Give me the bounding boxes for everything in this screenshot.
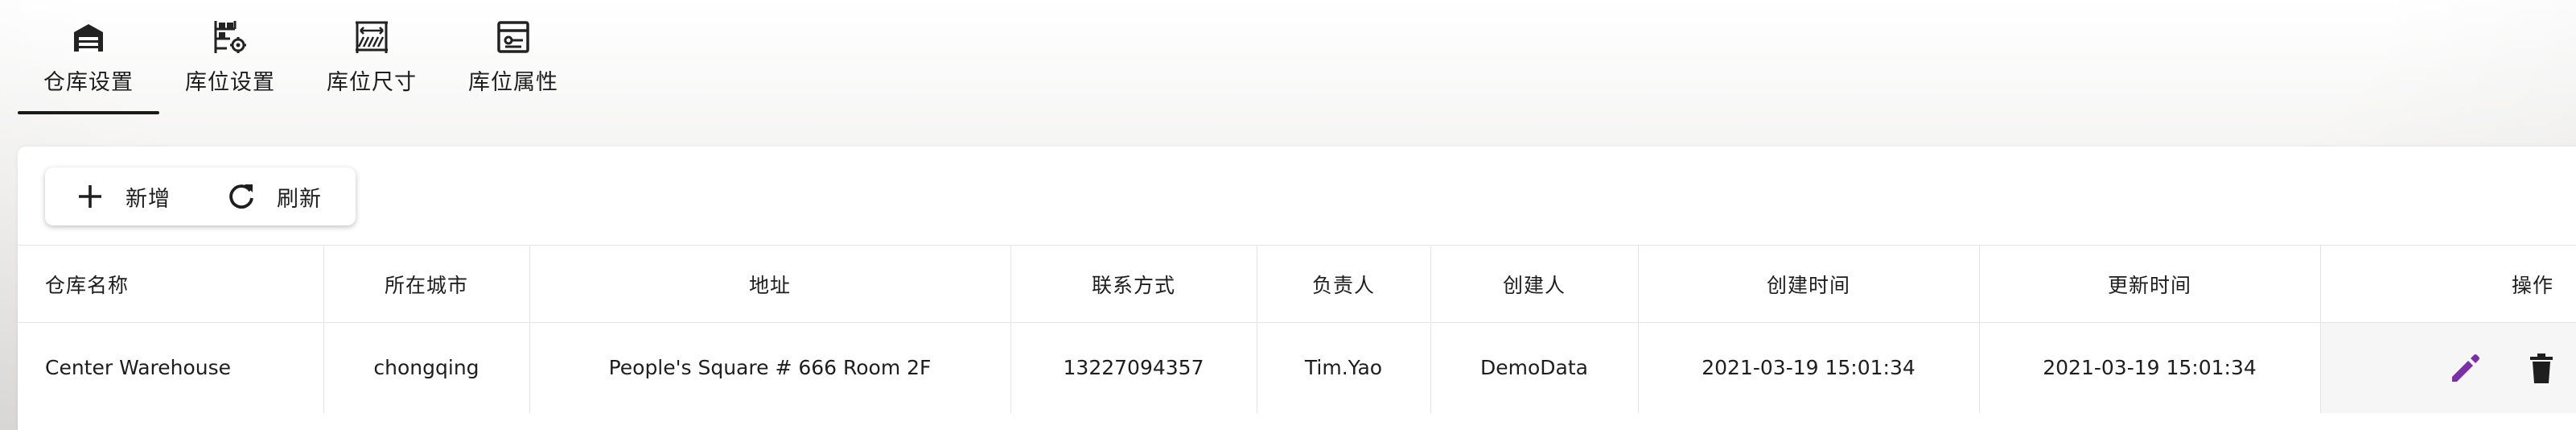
tab-location-size[interactable]: 库位尺寸	[301, 0, 442, 116]
cell-manager: Tim.Yao	[1257, 322, 1431, 413]
column-header-contact[interactable]: 联系方式	[1010, 245, 1257, 323]
table-row[interactable]: Center Warehouse chongqing People's Squa…	[18, 322, 2576, 413]
plus-icon	[79, 185, 101, 208]
tab-location-settings[interactable]: 库位设置	[159, 0, 301, 116]
column-header-updated-time[interactable]: 更新时间	[1979, 245, 2321, 323]
cell-creator: DemoData	[1430, 322, 1639, 413]
tab-location-property[interactable]: 库位属性	[442, 0, 584, 116]
column-header-creator[interactable]: 创建人	[1430, 245, 1639, 323]
column-header-actions: 操作	[2320, 245, 2576, 323]
cell-name: Center Warehouse	[18, 322, 324, 413]
tab-label: 库位属性	[468, 70, 558, 95]
column-header-city[interactable]: 所在城市	[323, 245, 530, 323]
cell-contact: 13227094357	[1010, 322, 1257, 413]
cell-updated-time: 2021-03-19 15:01:34	[1979, 322, 2321, 413]
warehouse-icon	[74, 24, 103, 52]
table-header-row: 仓库名称 所在城市 地址 联系方式 负责人 创建人 创建时间 更新时间 操作	[18, 245, 2576, 323]
tab-label: 库位尺寸	[327, 70, 417, 95]
refresh-button-label: 刷新	[277, 186, 322, 212]
cell-actions	[2320, 322, 2576, 413]
column-header-manager[interactable]: 负责人	[1257, 245, 1431, 323]
location-size-icon	[356, 21, 388, 53]
column-header-address[interactable]: 地址	[529, 245, 1011, 323]
location-property-icon	[497, 21, 529, 53]
warehouse-table: 仓库名称 所在城市 地址 联系方式 负责人 创建人 创建时间 更新时间 操作 C…	[18, 245, 2576, 413]
add-button[interactable]: 新增	[45, 167, 225, 225]
cell-city: chongqing	[323, 322, 530, 413]
edit-icon[interactable]	[2447, 349, 2484, 387]
row-actions	[2321, 349, 2576, 387]
cell-address: People's Square # 666 Room 2F	[529, 322, 1011, 413]
column-header-created-time[interactable]: 创建时间	[1638, 245, 1980, 323]
tab-warehouse-settings[interactable]: 仓库设置	[18, 0, 159, 116]
tab-bar: 仓库设置 库位设置 库位尺寸 库位属性	[18, 0, 584, 116]
tab-label: 库位设置	[185, 70, 275, 95]
column-header-name[interactable]: 仓库名称	[18, 245, 324, 323]
delete-icon[interactable]	[2523, 349, 2560, 387]
content-card: 新增 刷新 仓库名称 所在城市 地址 联系方式 负责人 创建人 创建时间 更新时…	[18, 147, 2576, 430]
add-button-label: 新增	[126, 186, 171, 212]
refresh-button[interactable]: 刷新	[225, 167, 322, 225]
tab-label: 仓库设置	[43, 70, 134, 95]
cell-created-time: 2021-03-19 15:01:34	[1638, 322, 1980, 413]
toolbar: 新增 刷新	[45, 167, 356, 225]
location-settings-icon	[214, 21, 246, 53]
refresh-icon	[229, 184, 253, 209]
